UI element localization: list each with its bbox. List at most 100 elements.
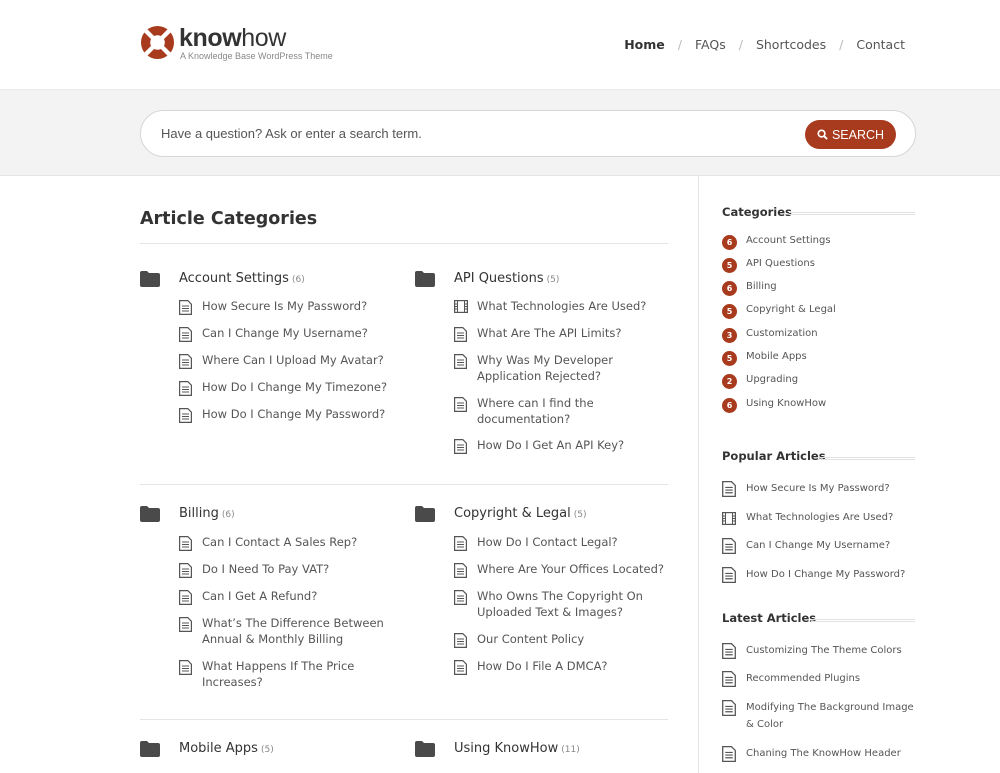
sidebar-category-item[interactable]: 5 API Questions <box>722 257 915 273</box>
sidebar-category-item[interactable]: 3 Customization <box>722 327 915 343</box>
sidebar-category-name: Copyright & Legal <box>746 304 836 315</box>
heading-rule <box>789 212 915 215</box>
folder-icon <box>140 506 160 522</box>
article-title: How Do I Contact Legal? <box>477 535 618 549</box>
sidebar-latest-title: Latest Articles <box>722 611 817 625</box>
document-icon <box>454 590 467 605</box>
nav-shortcodes[interactable]: Shortcodes <box>756 37 826 52</box>
sidebar-category-item[interactable]: 5 Mobile Apps <box>722 350 915 366</box>
search-icon <box>817 129 828 140</box>
sidebar-divider <box>698 176 699 773</box>
sidebar-category-item[interactable]: 5 Copyright & Legal <box>722 303 915 319</box>
category-count: (5) <box>546 275 560 285</box>
lifebuoy-logo-icon <box>140 25 175 60</box>
article-title: What Happens If The Price Increases? <box>202 659 355 689</box>
sidebar-category-name: Upgrading <box>746 374 799 385</box>
sidebar-category-name: Billing <box>746 281 777 292</box>
article-title: How Do I File A DMCA? <box>477 659 608 673</box>
category-heading[interactable]: Using KnowHow (11) <box>415 739 660 759</box>
article-title: Where Are Your Offices Located? <box>477 562 665 576</box>
document-icon <box>454 660 467 675</box>
search-button-label: SEARCH <box>831 127 885 142</box>
sidebar-category-name: Account Settings <box>746 235 831 246</box>
sidebar-category-name: Customization <box>746 328 818 339</box>
article-title: Who Owns The Copyright On Uploaded Text … <box>477 589 643 619</box>
article-title: What’s The Difference Between Annual & M… <box>202 616 384 646</box>
sidebar-category-item[interactable]: 2 Upgrading <box>722 373 915 389</box>
document-icon <box>179 536 192 551</box>
main-nav: Home / FAQs / Shortcodes / Contact <box>624 37 905 52</box>
category-count: (6) <box>221 510 235 520</box>
document-icon <box>454 536 467 551</box>
sidebar-article-title: Modifying The Background Image & Color <box>746 702 914 730</box>
nav-contact[interactable]: Contact <box>856 37 905 52</box>
sidebar-article-title: Chaning The KnowHow Header <box>746 748 901 759</box>
category-name: Using KnowHow <box>454 741 559 756</box>
search-button[interactable]: SEARCH <box>805 120 896 149</box>
document-icon <box>179 354 192 369</box>
document-icon <box>454 633 467 648</box>
sidebar-article-title: Customizing The Theme Colors <box>746 645 902 656</box>
sidebar-article-title: Recommended Plugins <box>746 673 861 684</box>
film-icon <box>454 300 468 313</box>
nav-faqs[interactable]: FAQs <box>695 37 726 52</box>
folder-icon <box>415 271 435 287</box>
film-icon <box>722 512 736 525</box>
sidebar-category-name: API Questions <box>746 258 815 269</box>
document-icon <box>722 746 736 762</box>
nav-separator: / <box>677 37 682 52</box>
document-icon <box>722 567 736 583</box>
title-divider <box>140 243 668 244</box>
category-name: Billing <box>179 506 219 521</box>
nav-separator: / <box>839 37 844 52</box>
article-title: Can I Change My Username? <box>202 326 368 340</box>
article-title: How Secure Is My Password? <box>202 299 368 313</box>
count-badge: 2 <box>722 374 737 389</box>
search-form: SEARCH <box>140 110 916 157</box>
count-badge: 6 <box>722 235 737 250</box>
search-input[interactable] <box>161 111 781 156</box>
nav-home[interactable]: Home <box>624 37 665 52</box>
category-count: (11) <box>561 745 580 755</box>
sidebar-category-item[interactable]: 6 Billing <box>722 280 915 296</box>
document-icon <box>454 327 467 342</box>
article-title: Our Content Policy <box>477 632 585 646</box>
document-icon <box>722 700 736 716</box>
search-band: SEARCH <box>0 89 1000 176</box>
document-icon <box>722 643 736 659</box>
sidebar-category-name: Using KnowHow <box>746 398 827 409</box>
category-name: Account Settings <box>179 271 289 286</box>
article-title: Can I Contact A Sales Rep? <box>202 535 358 549</box>
document-icon <box>722 481 736 497</box>
sidebar-category-item[interactable]: 6 Using KnowHow <box>722 397 915 413</box>
count-badge: 5 <box>722 304 737 319</box>
document-icon <box>454 354 467 369</box>
article-title: How Do I Get An API Key? <box>477 438 625 452</box>
document-icon <box>179 408 192 423</box>
heading-rule <box>818 457 915 460</box>
category-heading[interactable]: Billing (6) <box>140 504 385 524</box>
document-icon <box>722 671 736 687</box>
sidebar-popular-title: Popular Articles <box>722 449 826 463</box>
article-title: How Do I Change My Timezone? <box>202 380 388 394</box>
category-heading[interactable]: Copyright & Legal (5) <box>415 504 660 524</box>
category-heading[interactable]: Account Settings (6) <box>140 269 385 289</box>
article-title: What Technologies Are Used? <box>477 299 647 313</box>
logo-wordmark: knowhow <box>179 24 286 52</box>
folder-icon <box>415 741 435 757</box>
document-icon <box>179 327 192 342</box>
category-count: (6) <box>291 275 305 285</box>
row-divider <box>140 484 668 485</box>
row-divider <box>140 719 668 720</box>
sidebar-article-title: How Secure Is My Password? <box>746 483 890 494</box>
sidebar-category-item[interactable]: 6 Account Settings <box>722 234 915 250</box>
article-title: What Are The API Limits? <box>477 326 622 340</box>
sidebar-article-title: How Do I Change My Password? <box>746 569 906 580</box>
site-header: knowhow A Knowledge Base WordPress Theme… <box>0 0 1000 89</box>
document-icon <box>179 617 192 632</box>
article-title: Do I Need To Pay VAT? <box>202 562 330 576</box>
category-heading[interactable]: Mobile Apps (5) <box>140 739 385 759</box>
category-heading[interactable]: API Questions (5) <box>415 269 660 289</box>
folder-icon <box>415 506 435 522</box>
sidebar-article-title: What Technologies Are Used? <box>746 512 894 523</box>
